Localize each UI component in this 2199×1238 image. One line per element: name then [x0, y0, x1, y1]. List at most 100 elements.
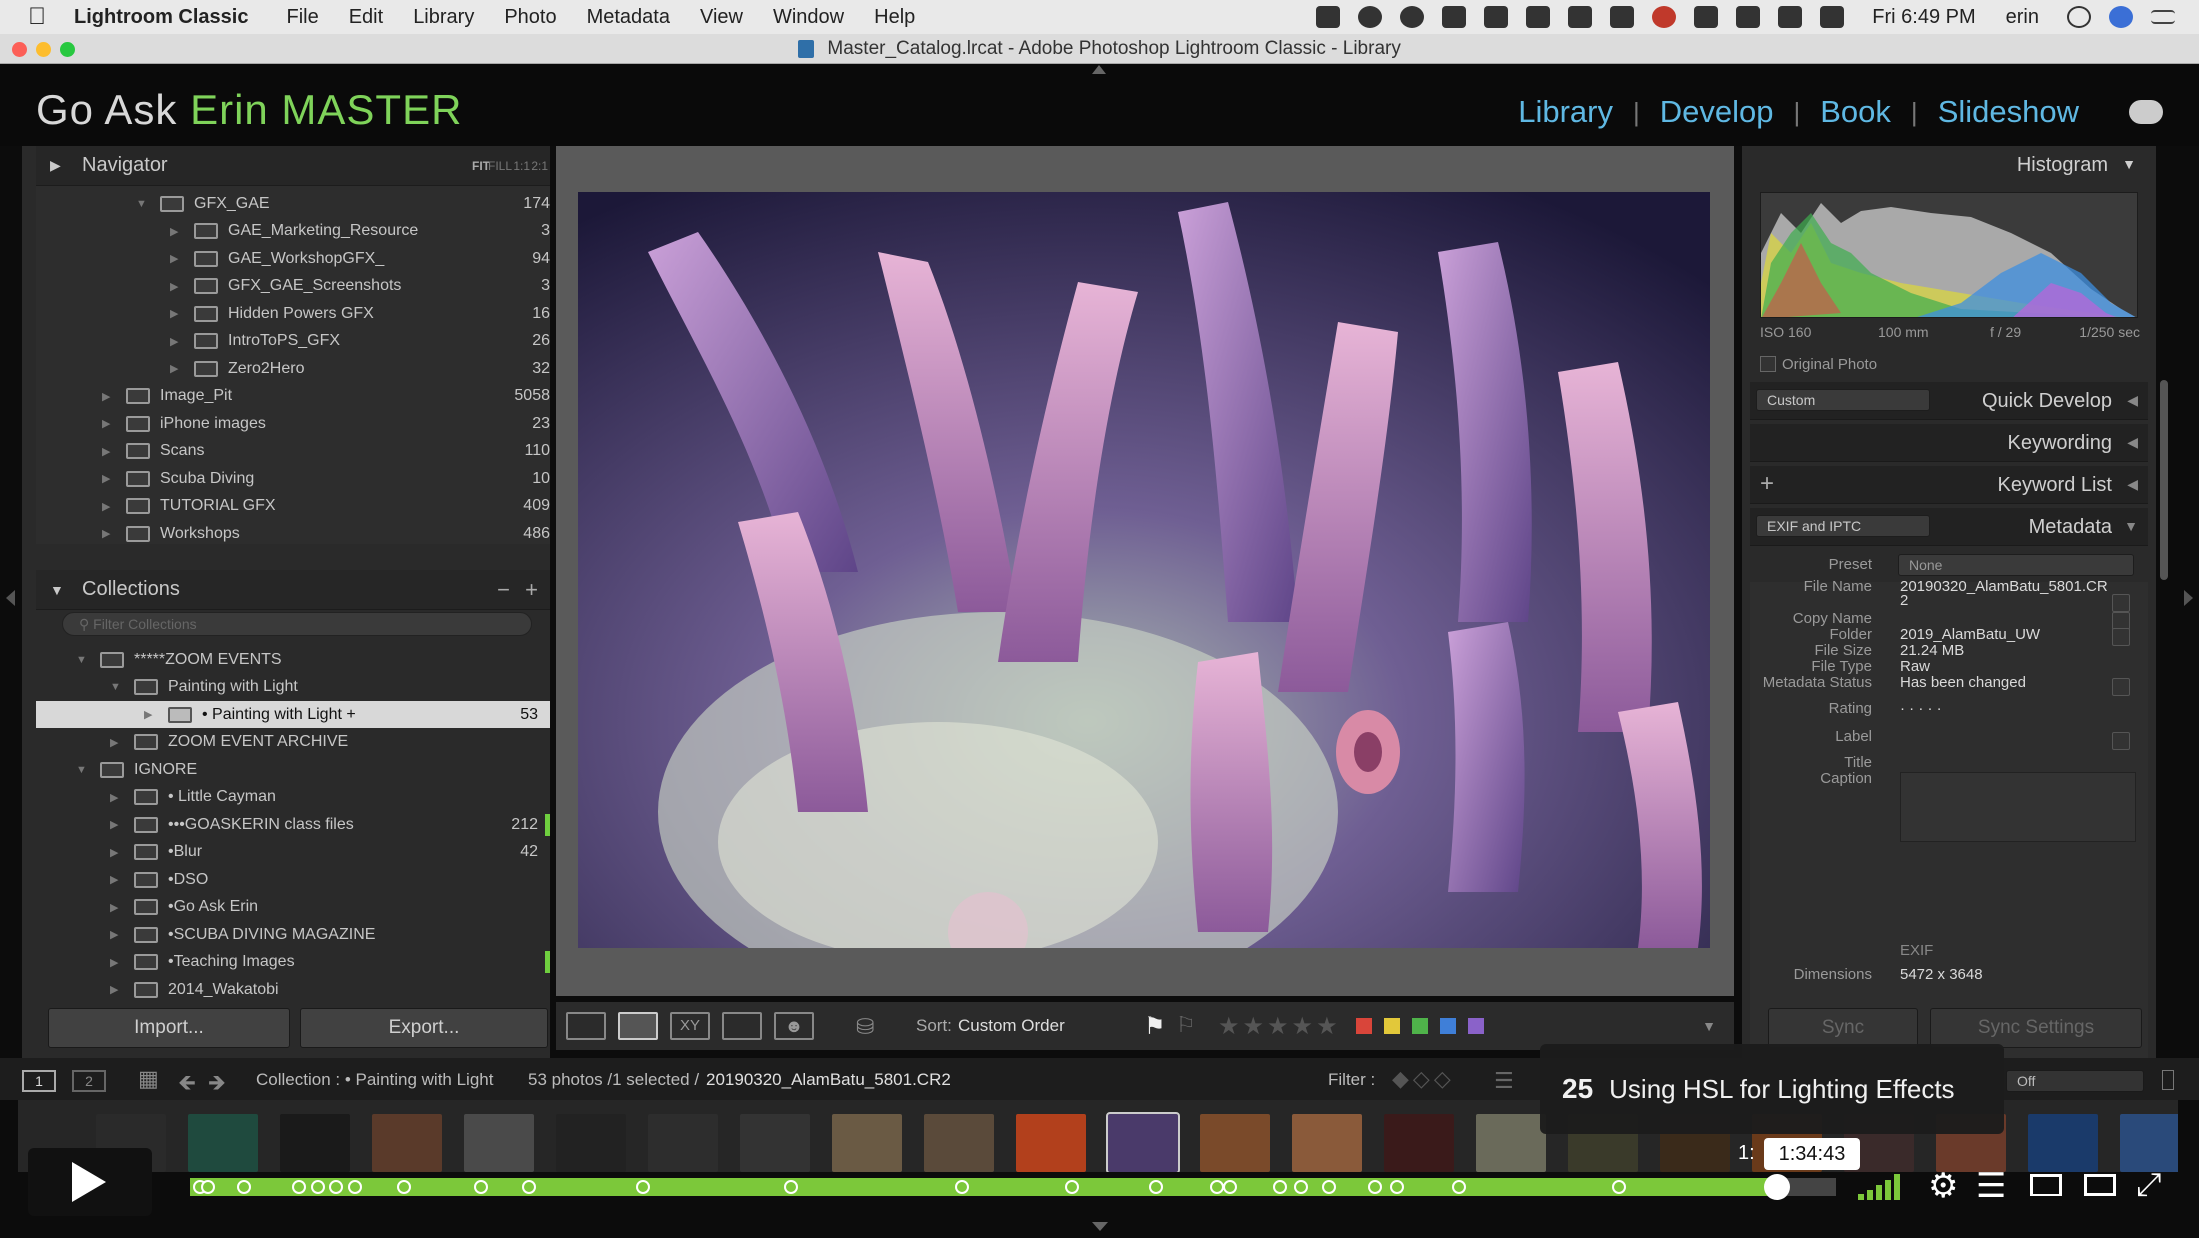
- folder-row[interactable]: ▶ Zero2Hero 32: [62, 355, 562, 382]
- menu-file[interactable]: File: [286, 6, 318, 29]
- chapter-marker[interactable]: [954, 1180, 969, 1194]
- sync-status-icon[interactable]: [1610, 6, 1635, 28]
- loupe-view-icon[interactable]: [618, 1012, 658, 1040]
- collapsed-triangle-icon[interactable]: ▶: [170, 252, 184, 265]
- filmstrip-thumbnail[interactable]: [280, 1114, 350, 1172]
- chapter-marker[interactable]: [1210, 1180, 1225, 1194]
- metadata-preset-value-select[interactable]: None: [1898, 554, 2134, 576]
- wifi-icon[interactable]: [1778, 6, 1803, 28]
- module-book[interactable]: Book: [1800, 94, 1911, 130]
- collapsed-triangle-icon[interactable]: ▶: [110, 791, 124, 804]
- menu-edit[interactable]: Edit: [349, 6, 383, 29]
- expanded-triangle-icon[interactable]: ▼: [76, 764, 90, 776]
- menu-app-name[interactable]: Lightroom Classic: [74, 6, 248, 29]
- collapsed-triangle-icon[interactable]: ▶: [102, 472, 116, 485]
- filmstrip-thumbnail[interactable]: [648, 1114, 718, 1172]
- collection-row[interactable]: ▼ Painting with Light: [36, 674, 550, 701]
- caption-textarea[interactable]: [1900, 772, 2136, 842]
- filmstrip-thumbnail[interactable]: [740, 1114, 810, 1172]
- dropbox-icon[interactable]: [1526, 6, 1551, 28]
- filmstrip-thumbnail[interactable]: [556, 1114, 626, 1172]
- folder-row[interactable]: ▶ Hidden Powers GFX 16: [62, 300, 562, 327]
- collapsed-triangle-icon[interactable]: ▶: [110, 956, 124, 969]
- apple-icon[interactable]: : [28, 4, 54, 30]
- folder-row[interactable]: ▼ GFX_GAE 174: [62, 190, 562, 217]
- notification-center-icon[interactable]: [2151, 10, 2175, 24]
- chapter-marker[interactable]: [522, 1180, 537, 1194]
- menu-metadata[interactable]: Metadata: [587, 6, 670, 29]
- flag-reject-icon[interactable]: ⚐: [1176, 1012, 1196, 1038]
- sync-settings-button[interactable]: Sync Settings: [1930, 1008, 2142, 1048]
- menu-window[interactable]: Window: [773, 6, 844, 29]
- collapsed-triangle-icon[interactable]: ▶: [102, 417, 116, 430]
- expanded-triangle-icon[interactable]: ▼: [76, 654, 90, 666]
- collapsed-triangle-icon[interactable]: ▶: [170, 335, 184, 348]
- folder-row[interactable]: ▶ IntroToPS_GFX 26: [62, 328, 562, 355]
- original-photo-checkbox[interactable]: [1760, 356, 1776, 372]
- folder-row[interactable]: ▶ GFX_GAE_Screenshots 3: [62, 273, 562, 300]
- window-minimize-button[interactable]: [36, 42, 51, 57]
- module-library[interactable]: Library: [1498, 94, 1633, 130]
- sort-order-select[interactable]: Custom Order: [958, 1016, 1065, 1036]
- metadata-value[interactable]: · · · · ·: [1900, 700, 1942, 717]
- collection-row[interactable]: ▶ •SCUBA DIVING MAGAZINE: [36, 921, 550, 948]
- collapsed-triangle-icon[interactable]: ▶: [144, 708, 158, 721]
- collapsed-triangle-icon[interactable]: ▶: [102, 390, 116, 403]
- metadata-value[interactable]: 2: [1900, 592, 1908, 609]
- collapsed-triangle-icon[interactable]: ▶: [170, 225, 184, 238]
- collapsed-triangle-icon[interactable]: ▶: [170, 280, 184, 293]
- grid-nav-icon[interactable]: ▦: [138, 1066, 159, 1092]
- main-photo[interactable]: [578, 192, 1710, 948]
- window-zoom-button[interactable]: [60, 42, 75, 57]
- chapter-marker[interactable]: [1322, 1180, 1337, 1194]
- sync-button[interactable]: Sync: [1768, 1008, 1918, 1048]
- filmstrip-thumbnail[interactable]: [2028, 1114, 2098, 1172]
- volume-icon[interactable]: [1820, 6, 1845, 28]
- video-scrub-handle[interactable]: [1763, 1174, 1790, 1200]
- chapter-marker[interactable]: [1368, 1180, 1383, 1194]
- menu-view[interactable]: View: [700, 6, 743, 29]
- collapsed-triangle-icon[interactable]: ▶: [110, 818, 124, 831]
- label-purple-swatch[interactable]: [1468, 1018, 1484, 1034]
- label-red-swatch[interactable]: [1356, 1018, 1372, 1034]
- keyword-list-header[interactable]: + Keyword List ◀: [1750, 466, 2148, 504]
- top-panel-toggle-icon[interactable]: [1092, 64, 1106, 74]
- collection-row[interactable]: ▶ •DSO: [36, 866, 550, 893]
- collection-row[interactable]: ▶ •Blur 42: [36, 839, 550, 866]
- main-window-button[interactable]: 1: [22, 1070, 56, 1092]
- filter-preset-select[interactable]: Off: [2006, 1070, 2144, 1092]
- filmstrip-thumbnail[interactable]: [832, 1114, 902, 1172]
- selected-filename[interactable]: 20190320_AlamBatu_5801.CR2: [706, 1070, 951, 1090]
- chapters-list-icon[interactable]: ☰: [1976, 1166, 2006, 1206]
- label-yellow-swatch[interactable]: [1384, 1018, 1400, 1034]
- label-green-swatch[interactable]: [1412, 1018, 1428, 1034]
- collapsed-triangle-icon[interactable]: ▶: [110, 901, 124, 914]
- people-view-icon[interactable]: ☻: [774, 1012, 814, 1040]
- bottom-panel-toggle-icon[interactable]: [1092, 1222, 1108, 1231]
- filmstrip-thumbnail[interactable]: [1292, 1114, 1362, 1172]
- chapter-marker[interactable]: [291, 1180, 306, 1194]
- collection-row[interactable]: ▶ •Teaching Images: [36, 949, 550, 976]
- chapter-marker[interactable]: [1611, 1180, 1626, 1194]
- label-action-button[interactable]: [2112, 732, 2130, 750]
- filmstrip-thumbnail[interactable]: [1476, 1114, 1546, 1172]
- display-status-icon[interactable]: [1316, 6, 1341, 28]
- creative-cloud-icon[interactable]: [1358, 6, 1383, 28]
- filter-lock-icon[interactable]: [2162, 1070, 2174, 1090]
- toolbar-menu-chevron-icon[interactable]: ▼: [1702, 1018, 1716, 1034]
- app-status-icon[interactable]: [1568, 6, 1593, 28]
- collapsed-triangle-icon[interactable]: ▶: [102, 527, 116, 540]
- right-panel-scrollbar[interactable]: [2160, 380, 2168, 580]
- menu-help[interactable]: Help: [874, 6, 915, 29]
- zoom-1-1[interactable]: 1:1: [513, 159, 530, 173]
- metadata-value[interactable]: 21.24 MB: [1900, 642, 1964, 659]
- module-slideshow[interactable]: Slideshow: [1918, 94, 2099, 130]
- filmstrip-thumbnail[interactable]: [188, 1114, 258, 1172]
- zoom-fill[interactable]: FILL: [488, 159, 512, 173]
- filmstrip-thumbnail[interactable]: [464, 1114, 534, 1172]
- chapter-marker[interactable]: [396, 1180, 411, 1194]
- chapter-marker[interactable]: [1272, 1180, 1287, 1194]
- flag-filter-icon[interactable]: ◆◇◇: [1392, 1066, 1455, 1092]
- filmstrip-thumbnail[interactable]: [1016, 1114, 1086, 1172]
- play-button[interactable]: [28, 1148, 152, 1216]
